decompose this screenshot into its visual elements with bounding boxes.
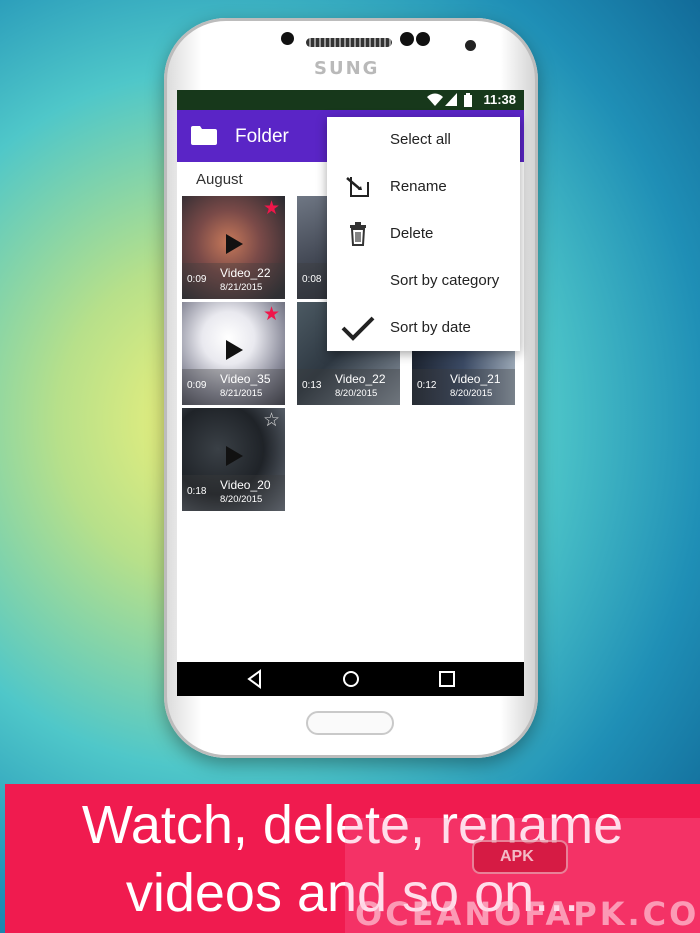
watermark-text: OCEANOFAPK.COM	[355, 895, 700, 933]
video-date: 8/20/2015	[450, 388, 493, 399]
watermark-badge-text: APK	[500, 848, 534, 865]
star-icon[interactable]: ★	[263, 305, 280, 324]
menu-item-label: Delete	[390, 225, 434, 242]
star-outline-icon[interactable]: ☆	[263, 411, 280, 430]
menu-item-sort-by-date[interactable]: Sort by date	[327, 305, 520, 351]
front-camera	[281, 32, 294, 45]
menu-item-label: Select all	[390, 131, 451, 148]
nav-bar	[177, 662, 524, 696]
status-bar: 11:38	[177, 90, 524, 110]
play-icon[interactable]	[226, 234, 243, 254]
camera-lens	[465, 40, 476, 51]
video-duration: 0:18	[187, 486, 207, 497]
home-key[interactable]	[306, 711, 394, 735]
status-time: 11:38	[483, 92, 516, 107]
light-sensor	[416, 32, 430, 46]
video-tile[interactable]: ★ 0:09 Video_35 8/21/2015	[182, 302, 285, 405]
video-info: 0:12 Video_21 8/20/2015	[412, 369, 515, 405]
play-icon[interactable]	[226, 446, 243, 466]
wifi-icon	[427, 93, 443, 109]
folder-icon[interactable]	[191, 126, 217, 145]
video-tile[interactable]: ☆ 0:18 Video_20 8/20/2015	[182, 408, 285, 511]
signal-icon	[445, 93, 457, 109]
video-name: Video_22	[220, 266, 271, 280]
menu-item-sort-by-category[interactable]: Sort by category	[327, 258, 520, 304]
rename-icon	[346, 177, 369, 197]
video-name: Video_22	[335, 372, 386, 386]
menu-item-label: Sort by date	[390, 319, 471, 336]
menu-item-rename[interactable]: Rename	[327, 164, 520, 210]
menu-item-delete[interactable]: Delete	[327, 211, 520, 257]
earpiece	[306, 38, 392, 47]
section-label: August	[196, 171, 243, 188]
video-info: 0:13 Video_22 8/20/2015	[297, 369, 400, 405]
video-date: 8/20/2015	[220, 494, 263, 505]
video-date: 8/21/2015	[220, 388, 263, 399]
video-duration: 0:09	[187, 380, 207, 391]
brand-logo: SUNG	[314, 58, 380, 79]
video-name: Video_35	[220, 372, 271, 386]
app-bar-title: Folder	[235, 126, 289, 147]
video-duration: 0:08	[302, 274, 322, 285]
video-info: 0:18 Video_20 8/20/2015	[182, 475, 285, 511]
proximity-sensor	[400, 32, 414, 46]
recents-icon[interactable]	[437, 669, 457, 689]
back-icon[interactable]	[245, 669, 265, 689]
video-info: 0:09 Video_35 8/21/2015	[182, 369, 285, 405]
watermark-badge: APK	[472, 840, 568, 874]
video-tile[interactable]: ★ 0:09 Video_22 8/21/2015	[182, 196, 285, 299]
star-icon[interactable]: ★	[263, 199, 280, 218]
video-duration: 0:13	[302, 380, 322, 391]
play-icon[interactable]	[226, 340, 243, 360]
trash-icon	[350, 222, 366, 246]
video-duration: 0:09	[187, 274, 207, 285]
video-date: 8/20/2015	[335, 388, 378, 399]
battery-icon	[464, 93, 472, 110]
menu-item-label: Sort by category	[390, 272, 500, 289]
video-name: Video_20	[220, 478, 271, 492]
video-date: 8/21/2015	[220, 282, 263, 293]
home-icon[interactable]	[341, 669, 361, 689]
video-duration: 0:12	[417, 380, 437, 391]
checkmark-icon	[341, 316, 375, 341]
video-info: 0:09 Video_22 8/21/2015	[182, 263, 285, 299]
video-name: Video_21	[450, 372, 501, 386]
overflow-menu: Select all Rename Delete Sort by categor…	[327, 117, 520, 351]
menu-item-label: Rename	[390, 178, 447, 195]
menu-item-select-all[interactable]: Select all	[327, 117, 520, 163]
